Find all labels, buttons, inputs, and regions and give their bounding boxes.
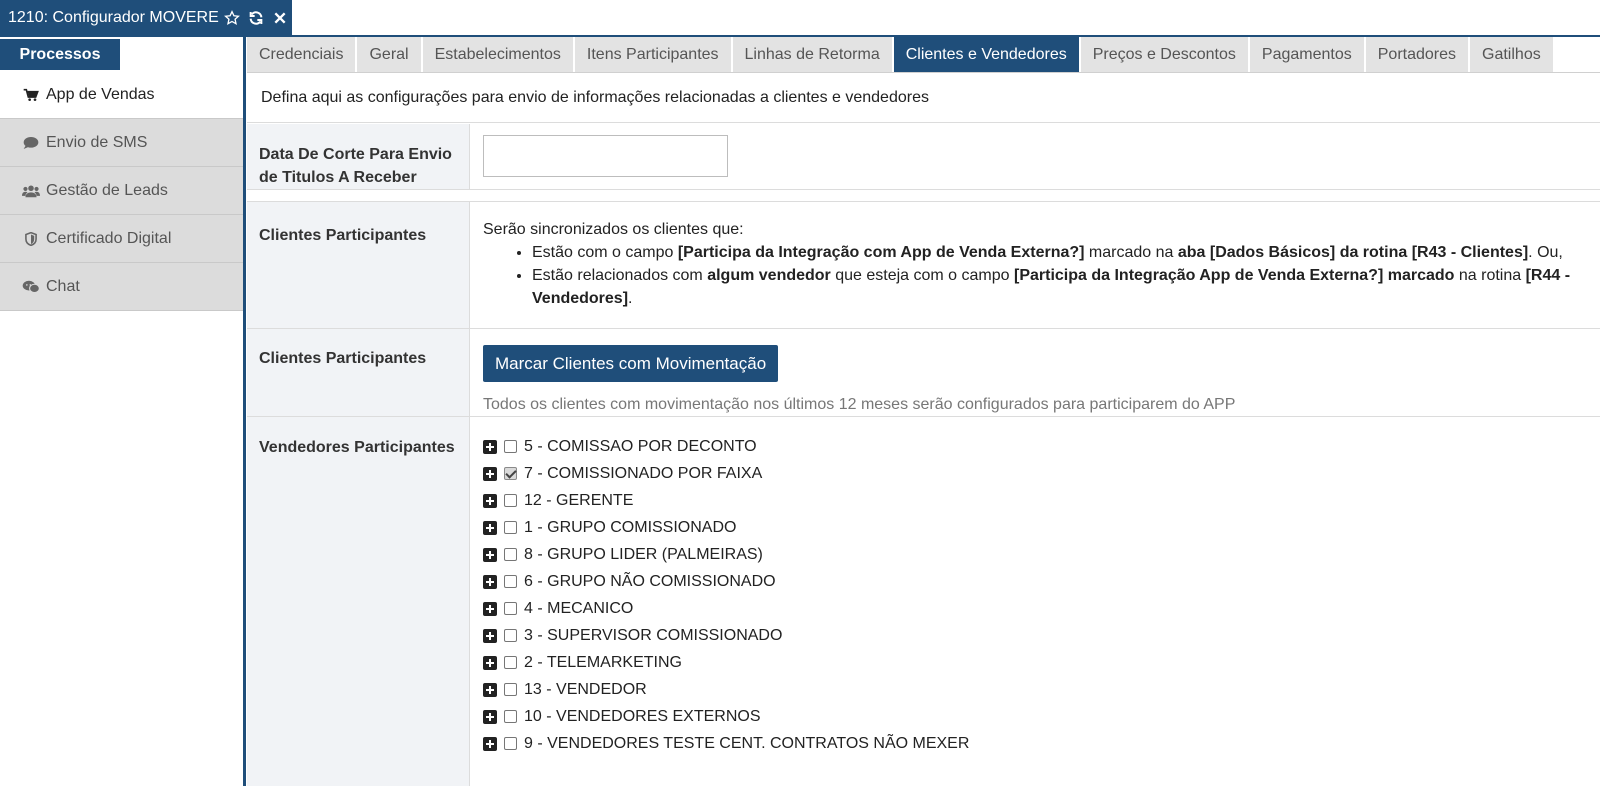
- vendor-label: 4 - MECANICO: [524, 599, 634, 617]
- vendor-item: 10 - VENDEDORES EXTERNOS: [483, 703, 1600, 730]
- users-icon: [22, 183, 40, 199]
- tab-bar: Credenciais Geral Estabelecimentos Itens…: [247, 37, 1555, 72]
- vendor-item: 4 - MECANICO: [483, 595, 1600, 622]
- section-description: Defina aqui as configurações para envio …: [247, 73, 1600, 123]
- row-marcar-clientes: Clientes Participantes Marcar Clientes c…: [247, 329, 1600, 417]
- shield-icon: [22, 231, 40, 247]
- expand-icon[interactable]: [483, 466, 497, 481]
- vendor-item: 1 - GRUPO COMISSIONADO: [483, 514, 1600, 541]
- tab-pagamentos[interactable]: Pagamentos: [1249, 37, 1364, 72]
- sidebar-item-label: Certificado Digital: [46, 229, 172, 247]
- processos-button[interactable]: Processos: [0, 39, 120, 70]
- vendor-label: 3 - SUPERVISOR COMISSIONADO: [524, 626, 783, 644]
- tab-clientes-e-vendedores[interactable]: Clientes e Vendedores: [893, 37, 1079, 72]
- vendor-checkbox[interactable]: [504, 683, 517, 696]
- vendor-label: 6 - GRUPO NÃO COMISSIONADO: [524, 572, 776, 590]
- vendor-checkbox[interactable]: [504, 440, 517, 453]
- field-label: Clientes Participantes: [247, 329, 470, 416]
- clientes-rules: Serão sincronizados os clientes que: Est…: [470, 202, 1600, 328]
- expand-icon[interactable]: [483, 439, 497, 454]
- vendor-checkbox[interactable]: [504, 467, 517, 480]
- field-label: Data De Corte Para Envio de Titulos A Re…: [247, 124, 470, 189]
- vendor-label: 9 - VENDEDORES TESTE CENT. CONTRATOS NÃO…: [524, 734, 970, 752]
- vendor-label: 7 - COMISSIONADO POR FAIXA: [524, 464, 763, 482]
- sidebar-item-envio-de-sms[interactable]: Envio de SMS: [0, 119, 244, 167]
- sidebar-item-label: Envio de SMS: [46, 133, 148, 151]
- expand-icon[interactable]: [483, 682, 497, 697]
- star-icon[interactable]: [221, 7, 243, 29]
- vendor-item: 6 - GRUPO NÃO COMISSIONADO: [483, 568, 1600, 595]
- window-title-tab[interactable]: 1210: Configurador MOVERE: [0, 0, 292, 35]
- vendor-label: 8 - GRUPO LIDER (PALMEIRAS): [524, 545, 763, 563]
- vendor-item: 8 - GRUPO LIDER (PALMEIRAS): [483, 541, 1600, 568]
- field-label: Clientes Participantes: [247, 202, 470, 328]
- rules-lead: Serão sincronizados os clientes que:: [483, 221, 744, 238]
- marcar-clientes-hint: Todos os clientes com movimentação nos ú…: [483, 396, 1236, 413]
- vendor-checkbox[interactable]: [504, 710, 517, 723]
- sidebar-item-label: Gestão de Leads: [46, 181, 168, 199]
- expand-icon[interactable]: [483, 736, 497, 751]
- sidebar-item-app-de-vendas[interactable]: App de Vendas: [0, 71, 244, 119]
- tab-geral[interactable]: Geral: [357, 37, 421, 72]
- vendor-label: 1 - GRUPO COMISSIONADO: [524, 518, 737, 536]
- tab-estabelecimentos[interactable]: Estabelecimentos: [422, 37, 573, 72]
- marcar-clientes-button[interactable]: Marcar Clientes com Movimentação: [483, 345, 779, 382]
- vendor-item: 7 - COMISSIONADO POR FAIXA: [483, 460, 1600, 487]
- expand-icon[interactable]: [483, 520, 497, 535]
- refresh-icon[interactable]: [245, 7, 267, 29]
- sidebar-item-label: App de Vendas: [46, 85, 155, 103]
- sidebar-item-label: Chat: [46, 277, 80, 295]
- vendor-checkbox[interactable]: [504, 575, 517, 588]
- tab-credenciais[interactable]: Credenciais: [247, 37, 356, 72]
- expand-icon[interactable]: [483, 547, 497, 562]
- expand-icon[interactable]: [483, 655, 497, 670]
- sidebar-divider: [243, 37, 246, 786]
- tab-precos-e-descontos[interactable]: Preços e Descontos: [1080, 37, 1248, 72]
- vendor-label: 2 - TELEMARKETING: [524, 653, 682, 671]
- vendor-label: 5 - COMISSAO POR DECONTO: [524, 437, 757, 455]
- expand-icon[interactable]: [483, 493, 497, 508]
- field-label: Vendedores Participantes: [247, 417, 470, 786]
- vendor-checkbox[interactable]: [504, 629, 517, 642]
- vendor-checkbox[interactable]: [504, 737, 517, 750]
- expand-icon[interactable]: [483, 601, 497, 616]
- rule-item: Estão com o campo [Participa da Integraç…: [532, 241, 1600, 264]
- vendor-checkbox[interactable]: [504, 521, 517, 534]
- tab-itens-participantes[interactable]: Itens Participantes: [574, 37, 731, 72]
- vendor-label: 13 - VENDEDOR: [524, 680, 647, 698]
- expand-icon[interactable]: [483, 628, 497, 643]
- chat-icon: [22, 279, 40, 295]
- sidebar-item-certificado-digital[interactable]: Certificado Digital: [0, 215, 244, 263]
- vendor-item: 3 - SUPERVISOR COMISSIONADO: [483, 622, 1600, 649]
- vendor-checkbox[interactable]: [504, 548, 517, 561]
- expand-icon[interactable]: [483, 709, 497, 724]
- vendedores-tree: 5 - COMISSAO POR DECONTO 7 - COMISSIONAD…: [470, 417, 1600, 786]
- vendor-item: 2 - TELEMARKETING: [483, 649, 1600, 676]
- vendor-checkbox[interactable]: [504, 656, 517, 669]
- vendor-checkbox[interactable]: [504, 602, 517, 615]
- close-icon[interactable]: [269, 7, 291, 29]
- expand-icon[interactable]: [483, 574, 497, 589]
- vendor-label: 12 - GERENTE: [524, 491, 634, 509]
- sidebar-menu: App de Vendas Envio de SMS Gestão de Lea…: [0, 71, 244, 311]
- sidebar-item-gestao-de-leads[interactable]: Gestão de Leads: [0, 167, 244, 215]
- tab-gatilhos[interactable]: Gatilhos: [1470, 37, 1553, 72]
- vendor-checkbox[interactable]: [504, 494, 517, 507]
- cutoff-date-input[interactable]: [483, 135, 728, 177]
- tab-portadores[interactable]: Portadores: [1365, 37, 1469, 72]
- cart-icon: [22, 87, 40, 103]
- vendor-item: 13 - VENDEDOR: [483, 676, 1600, 703]
- vendor-item: 9 - VENDEDORES TESTE CENT. CONTRATOS NÃO…: [483, 730, 1600, 757]
- row-cutoff-date: Data De Corte Para Envio de Titulos A Re…: [247, 124, 1600, 190]
- vendor-item: 12 - GERENTE: [483, 487, 1600, 514]
- vendor-label: 10 - VENDEDORES EXTERNOS: [524, 707, 761, 725]
- comment-icon: [22, 135, 40, 151]
- rule-item: Estão relacionados com algum vendedor qu…: [532, 264, 1600, 310]
- row-vendedores: Vendedores Participantes 5 - COMISSAO PO…: [247, 417, 1600, 786]
- window-title: 1210: Configurador MOVERE: [8, 8, 219, 26]
- sidebar-item-chat[interactable]: Chat: [0, 263, 244, 311]
- tab-linhas-de-retorma[interactable]: Linhas de Retorma: [732, 37, 892, 72]
- vendor-item: 5 - COMISSAO POR DECONTO: [483, 433, 1600, 460]
- row-clientes-rules: Clientes Participantes Serão sincronizad…: [247, 201, 1600, 329]
